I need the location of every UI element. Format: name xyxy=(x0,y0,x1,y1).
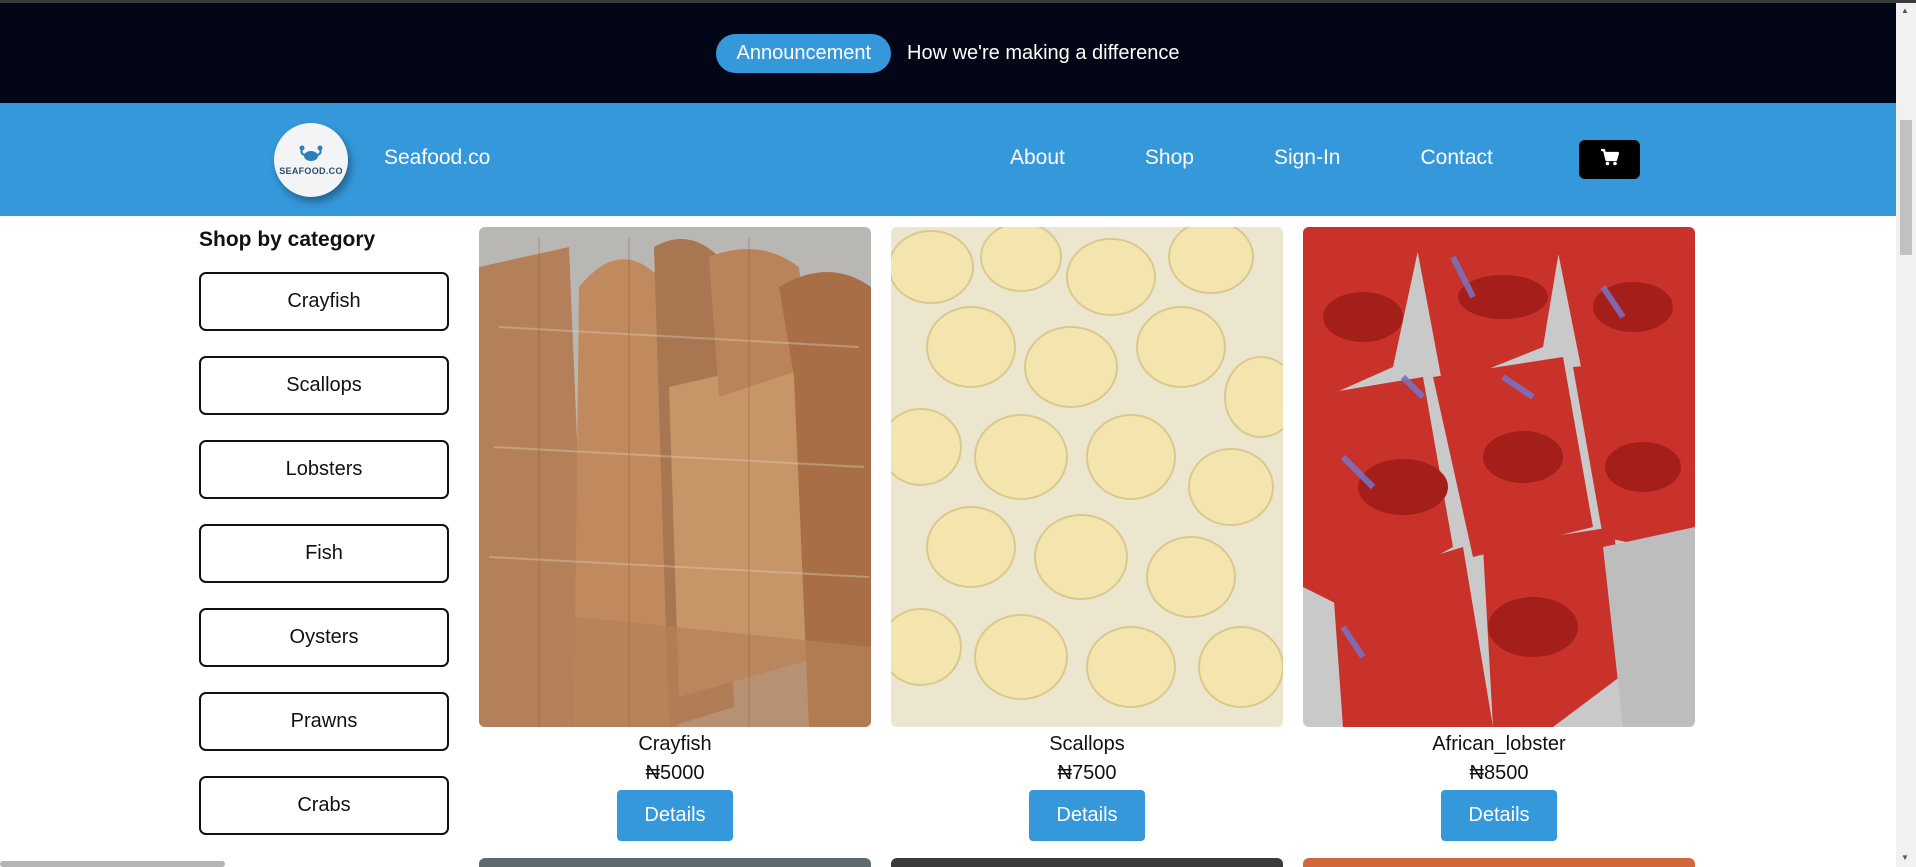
navbar: SEAFOOD.CO Seafood.co About Shop Sign-In… xyxy=(0,103,1896,216)
product-price: ₦5000 xyxy=(645,762,705,784)
nav-link-contact[interactable]: Contact xyxy=(1420,146,1492,170)
category-sidebar: Shop by category Crayfish Scallops Lobst… xyxy=(199,228,449,860)
nav-link-sign-in[interactable]: Sign-In xyxy=(1274,146,1341,170)
product-name: Crayfish xyxy=(638,733,712,755)
horizontal-scrollbar-thumb[interactable] xyxy=(0,861,225,867)
product-name: African_lobster xyxy=(1432,733,1566,755)
logo-text: SEAFOOD.CO xyxy=(279,165,343,176)
details-button[interactable]: Details xyxy=(1441,790,1557,841)
category-button-prawns[interactable]: Prawns xyxy=(199,692,449,751)
page: Announcement How we're making a differen… xyxy=(0,0,1916,867)
nav-link-about[interactable]: About xyxy=(1010,146,1065,170)
category-button-crabs[interactable]: Crabs xyxy=(199,776,449,835)
category-button-lobsters[interactable]: Lobsters xyxy=(199,440,449,499)
announcement-pill[interactable]: Announcement xyxy=(716,33,892,73)
product-price: ₦7500 xyxy=(1057,762,1117,784)
category-button-crayfish[interactable]: Crayfish xyxy=(199,272,449,331)
announcement-text[interactable]: How we're making a difference xyxy=(907,42,1179,65)
category-button-fish[interactable]: Fish xyxy=(199,524,449,583)
product-image-scallops[interactable] xyxy=(891,227,1283,727)
details-button[interactable]: Details xyxy=(617,790,733,841)
cart-icon xyxy=(1600,148,1620,171)
crab-icon xyxy=(298,145,324,166)
product-card: Scallops ₦7500 Details xyxy=(891,227,1283,841)
cart-button[interactable] xyxy=(1579,140,1640,179)
nav-link-shop[interactable]: Shop xyxy=(1145,146,1194,170)
product-card: African_lobster ₦8500 Details xyxy=(1303,227,1695,841)
details-button[interactable]: Details xyxy=(1029,790,1145,841)
next-product-image[interactable] xyxy=(1303,858,1695,867)
brand-name[interactable]: Seafood.co xyxy=(384,146,490,170)
category-button-scallops[interactable]: Scallops xyxy=(199,356,449,415)
announcement-bar: Announcement How we're making a differen… xyxy=(0,3,1896,103)
scroll-up-arrow-icon[interactable]: ▲ xyxy=(1901,6,1909,15)
scroll-down-arrow-icon[interactable]: ▼ xyxy=(1901,853,1909,862)
vertical-scrollbar-thumb[interactable] xyxy=(1900,120,1912,255)
product-price: ₦8500 xyxy=(1469,762,1529,784)
product-image-crayfish[interactable] xyxy=(479,227,871,727)
sidebar-title: Shop by category xyxy=(199,228,376,251)
nav-links: About Shop Sign-In Contact xyxy=(1010,146,1493,170)
category-button-oysters[interactable]: Oysters xyxy=(199,608,449,667)
next-product-image[interactable] xyxy=(891,858,1283,867)
product-card: Crayfish ₦5000 Details xyxy=(479,227,871,841)
logo[interactable]: SEAFOOD.CO xyxy=(274,123,348,197)
product-image-african-lobster[interactable] xyxy=(1303,227,1695,727)
product-name: Scallops xyxy=(1049,733,1125,755)
next-product-image[interactable] xyxy=(479,858,871,867)
